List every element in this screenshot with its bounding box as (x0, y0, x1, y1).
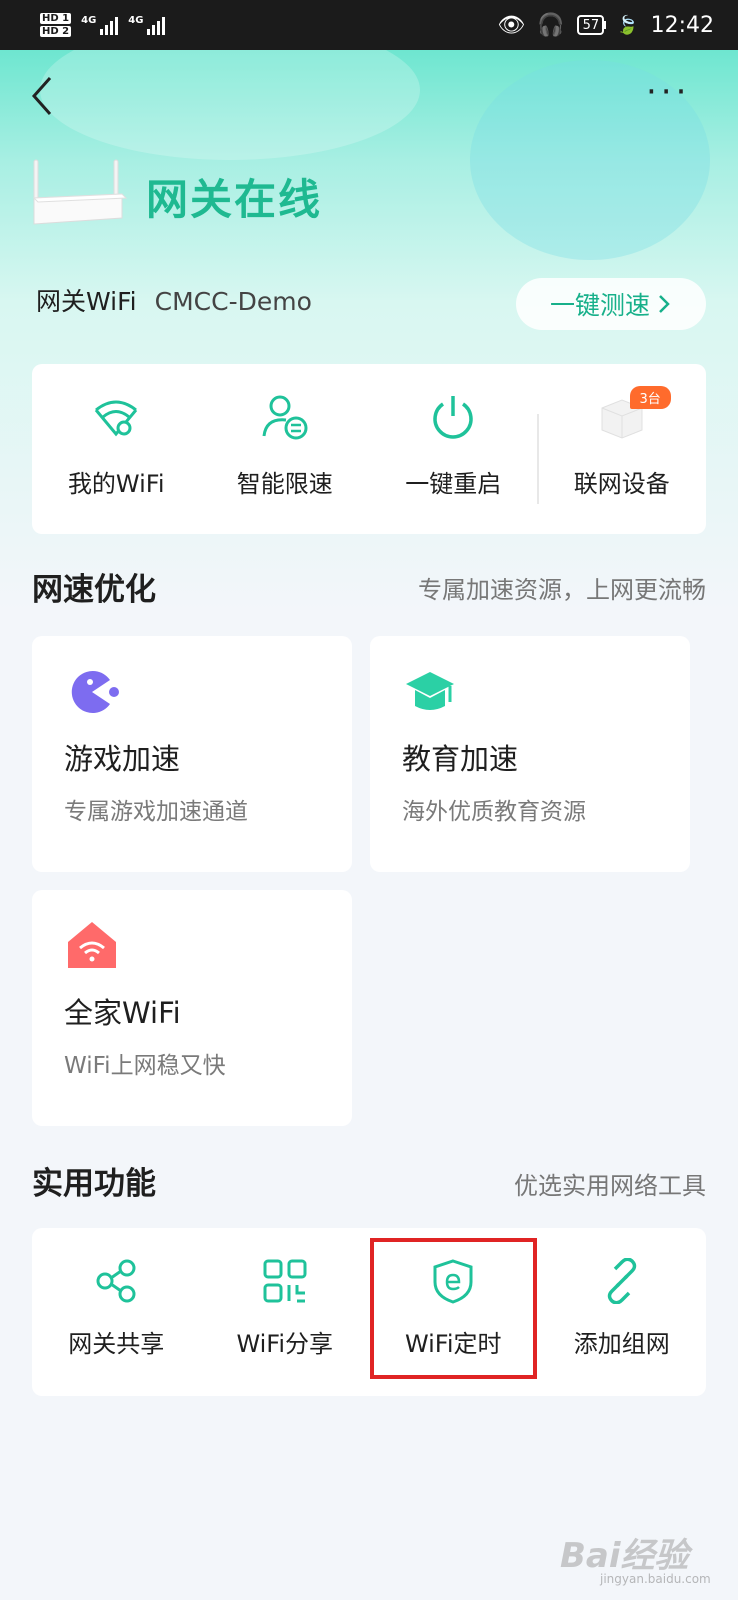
watermark-url: jingyan.baidu.com (600, 1572, 711, 1586)
wifi-label: 网关WiFi (36, 287, 137, 316)
quick-item-my-wifi[interactable]: 我的WiFi (32, 364, 201, 534)
tools-section-title: 实用功能 (32, 1166, 156, 1202)
signal-1-icon: 4G (81, 15, 119, 35)
router-image (28, 158, 128, 230)
battery-level: 57 (582, 17, 600, 33)
home-wifi-icon (68, 922, 116, 968)
more-icon[interactable]: ··· (646, 75, 696, 112)
pacman-icon (71, 671, 119, 713)
card-title: 游戏加速 (64, 742, 181, 776)
clock: 12:42 (650, 12, 714, 38)
card-subtitle: 专属游戏加速通道 (64, 799, 248, 825)
quick-item-reboot[interactable]: 一键重启 (369, 364, 538, 534)
graduation-cap-icon (406, 672, 454, 710)
hd2-label: HD 2 (40, 26, 72, 37)
qr-code-icon (263, 1259, 307, 1303)
device-count-badge: 3台 (629, 386, 671, 409)
tool-wifi-share[interactable]: WiFi分享 (201, 1228, 370, 1396)
quick-item-speed-limit[interactable]: 智能限速 (201, 364, 370, 534)
education-boost-card[interactable]: 教育加速 海外优质教育资源 (370, 636, 690, 872)
hd1-label: HD 1 (40, 13, 72, 24)
quick-item-label: 智能限速 (236, 470, 333, 498)
battery-icon: 57 (576, 15, 605, 35)
tool-label: WiFi分享 (236, 1330, 334, 1358)
network-type-2: 4G (128, 15, 144, 26)
chevron-right-icon (659, 295, 670, 313)
tool-gateway-share[interactable]: 网关共享 (32, 1228, 201, 1396)
tool-label: 网关共享 (68, 1330, 165, 1358)
quick-item-devices[interactable]: 3台 联网设备 (538, 364, 707, 534)
wifi-settings-icon (95, 400, 138, 437)
share-icon (96, 1259, 136, 1303)
quick-actions-card: 我的WiFi 智能限速 一键重启 3台 联网设备 (32, 364, 706, 534)
card-title: 全家WiFi (64, 996, 181, 1030)
quick-item-label: 我的WiFi (67, 470, 165, 498)
back-arrow-icon[interactable] (28, 72, 58, 120)
power-icon (433, 396, 473, 439)
speed-test-button[interactable]: 一键测速 (516, 278, 706, 330)
eye-icon: 👁 (497, 12, 526, 38)
divider (537, 414, 539, 504)
gateway-status: 网关在线 (146, 175, 323, 224)
card-subtitle: WiFi上网稳又快 (64, 1053, 226, 1079)
hd-indicator: HD 1 HD 2 (40, 13, 72, 37)
highlight-box (370, 1238, 537, 1379)
network-type-1: 4G (81, 15, 97, 26)
wifi-info-row: 网关WiFi CMCC-Demo (36, 282, 312, 318)
family-wifi-card[interactable]: 全家WiFi WiFi上网稳又快 (32, 890, 352, 1126)
speed-test-label: 一键测速 (549, 291, 650, 320)
signal-2-icon: 4G (128, 15, 166, 35)
quick-item-label: 一键重启 (405, 470, 502, 498)
status-bar: HD 1 HD 2 4G 4G 👁 🎧 57 🍃 12:42 (0, 0, 738, 50)
user-speed-icon (262, 395, 308, 440)
wifi-name: CMCC-Demo (154, 287, 312, 316)
tool-add-mesh[interactable]: 添加组网 (538, 1228, 707, 1396)
link-icon (607, 1258, 636, 1304)
headset-icon: 🎧 (537, 12, 565, 38)
game-boost-card[interactable]: 游戏加速 专属游戏加速通道 (32, 636, 352, 872)
watermark: Bai经验 (560, 1536, 689, 1576)
speed-section-subtitle: 专属加速资源，上网更流畅 (418, 576, 706, 604)
card-subtitle: 海外优质教育资源 (402, 799, 586, 825)
card-title: 教育加速 (402, 742, 519, 776)
speed-section-title: 网速优化 (32, 572, 156, 608)
tools-card: 网关共享 WiFi分享 WiFi定时 添加组网 (32, 1228, 706, 1396)
tools-section-subtitle: 优选实用网络工具 (514, 1172, 706, 1200)
leaf-icon: 🍃 (616, 14, 639, 36)
tool-label: 添加组网 (573, 1330, 670, 1358)
quick-item-label: 联网设备 (573, 470, 670, 498)
